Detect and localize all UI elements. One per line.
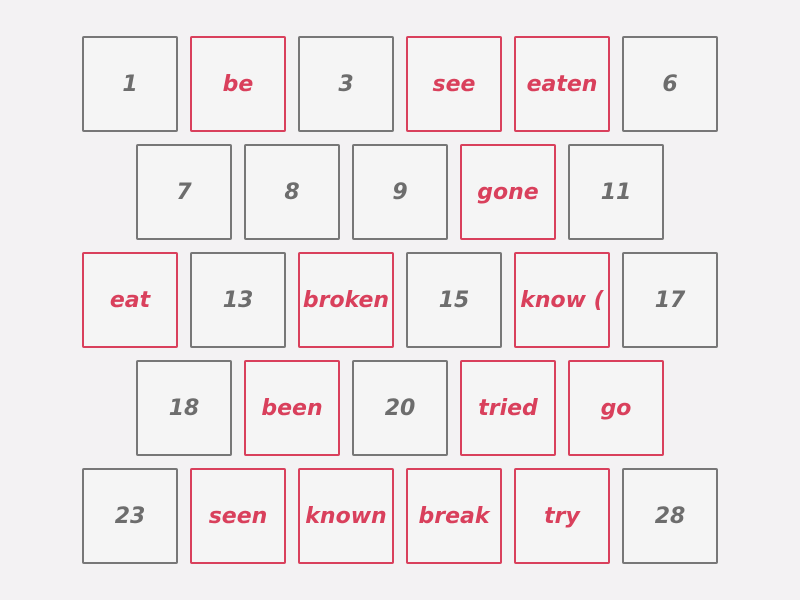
tile-label: tried — [478, 395, 538, 421]
tile-board: 1 be 3 see eaten 6 7 8 9 gone 11 eat 13 broken 15 know … — [0, 0, 800, 600]
tile-label: 7 — [176, 179, 192, 205]
closed-tile[interactable]: 20 — [352, 360, 448, 456]
tile-label: 15 — [438, 287, 470, 313]
tile-label: try — [544, 503, 580, 529]
tile-label: 11 — [600, 179, 632, 205]
closed-tile[interactable]: 3 — [298, 36, 394, 132]
tile-label: eat — [109, 287, 151, 313]
tile-label: see — [432, 71, 476, 97]
tile-label: known — [305, 503, 387, 529]
open-tile[interactable]: broken — [298, 252, 394, 348]
closed-tile[interactable]: 23 — [82, 468, 178, 564]
open-tile[interactable]: go — [568, 360, 664, 456]
closed-tile[interactable]: 6 — [622, 36, 718, 132]
open-tile[interactable]: try — [514, 468, 610, 564]
closed-tile[interactable]: 8 — [244, 144, 340, 240]
open-tile[interactable]: gone — [460, 144, 556, 240]
tile-label: 3 — [338, 71, 354, 97]
tile-label: gone — [477, 179, 539, 205]
open-tile[interactable]: tried — [460, 360, 556, 456]
open-tile[interactable]: be — [190, 36, 286, 132]
open-tile[interactable]: break — [406, 468, 502, 564]
tile-label: 23 — [114, 503, 146, 529]
tile-label: eaten — [526, 71, 598, 97]
open-tile[interactable]: seen — [190, 468, 286, 564]
closed-tile[interactable]: 18 — [136, 360, 232, 456]
open-tile[interactable]: know ( — [514, 252, 610, 348]
tile-label: 17 — [654, 287, 686, 313]
tile-label: 9 — [392, 179, 408, 205]
tile-label: go — [600, 395, 632, 421]
tile-label: 28 — [654, 503, 686, 529]
tile-label: break — [418, 503, 490, 529]
open-tile[interactable]: been — [244, 360, 340, 456]
tile-label: 20 — [384, 395, 416, 421]
closed-tile[interactable]: 7 — [136, 144, 232, 240]
tile-label: know ( — [520, 287, 604, 313]
closed-tile[interactable]: 28 — [622, 468, 718, 564]
closed-tile[interactable]: 13 — [190, 252, 286, 348]
closed-tile[interactable]: 17 — [622, 252, 718, 348]
tile-label: 8 — [284, 179, 300, 205]
closed-tile[interactable]: 15 — [406, 252, 502, 348]
open-tile[interactable]: eat — [82, 252, 178, 348]
open-tile[interactable]: see — [406, 36, 502, 132]
tile-label: 13 — [222, 287, 254, 313]
tile-label: seen — [208, 503, 268, 529]
tile-label: be — [222, 71, 254, 97]
tile-label: 18 — [168, 395, 200, 421]
tile-label: broken — [302, 287, 390, 313]
tile-label: 1 — [122, 71, 138, 97]
tile-label: 6 — [662, 71, 678, 97]
closed-tile[interactable]: 9 — [352, 144, 448, 240]
open-tile[interactable]: eaten — [514, 36, 610, 132]
open-tile[interactable]: known — [298, 468, 394, 564]
closed-tile[interactable]: 1 — [82, 36, 178, 132]
closed-tile[interactable]: 11 — [568, 144, 664, 240]
tile-label: been — [261, 395, 323, 421]
